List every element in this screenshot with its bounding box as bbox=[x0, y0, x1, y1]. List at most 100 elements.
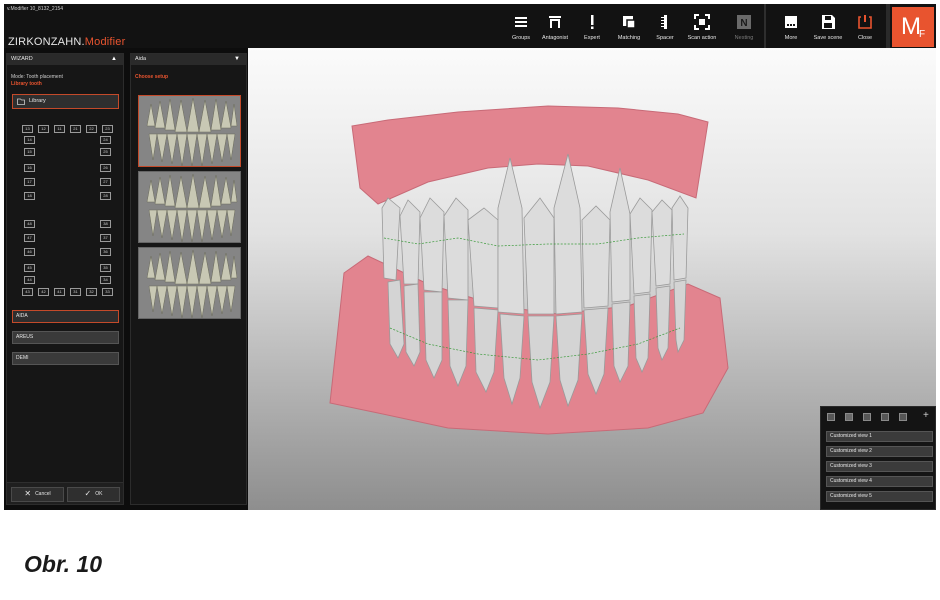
tooth-47[interactable]: 47 bbox=[24, 234, 35, 242]
window-title: v.Modifier 10_8132_2154 bbox=[7, 6, 64, 12]
more-button[interactable]: More bbox=[778, 4, 804, 48]
library-tooth-title: Library tooth bbox=[11, 81, 42, 87]
brand-name: ZIRKONZAHN. bbox=[8, 36, 85, 48]
tooth-45[interactable]: 45 bbox=[24, 264, 35, 272]
spacer-label: Spacer bbox=[656, 35, 674, 41]
scan-action-button[interactable]: Scan action bbox=[684, 4, 720, 48]
view-icon-5[interactable] bbox=[899, 413, 907, 421]
logo-letter: M bbox=[901, 13, 921, 40]
tooth-18[interactable]: 18 bbox=[24, 192, 35, 200]
tooth-11[interactable]: 11 bbox=[54, 125, 65, 133]
save-scene-button[interactable]: Save scene bbox=[810, 4, 846, 48]
tooth-22[interactable]: 22 bbox=[86, 125, 97, 133]
tooth-13[interactable]: 13 bbox=[22, 125, 33, 133]
tooth-41[interactable]: 41 bbox=[54, 288, 65, 296]
chevron-down-icon[interactable]: ▼ bbox=[234, 54, 240, 65]
setup-areus-button[interactable]: AREUS bbox=[12, 331, 119, 344]
cancel-button[interactable]: ✕ Cancel bbox=[11, 487, 64, 502]
toolbar-separator-2 bbox=[886, 4, 890, 48]
tooth-24[interactable]: 24 bbox=[100, 136, 111, 144]
tooth-43[interactable]: 43 bbox=[22, 288, 33, 296]
spacer-icon bbox=[661, 15, 667, 29]
setup-aida-button[interactable]: AIDA bbox=[12, 310, 119, 323]
matching-icon bbox=[623, 16, 636, 29]
logo-sub: F bbox=[919, 29, 926, 40]
tooth-21[interactable]: 21 bbox=[70, 125, 81, 133]
view-icon-4[interactable] bbox=[881, 413, 889, 421]
tooth-34[interactable]: 34 bbox=[100, 276, 111, 284]
groups-label: Groups bbox=[511, 35, 531, 41]
wizard-header[interactable]: WIZARD ▲ bbox=[7, 54, 123, 65]
customized-view-2[interactable]: Customized view 2 bbox=[826, 446, 933, 457]
customized-view-4[interactable]: Customized view 4 bbox=[826, 476, 933, 487]
application-window: v.Modifier 10_8132_2154 ZIRKONZAHN.Modif… bbox=[4, 4, 936, 510]
view-icon-2[interactable] bbox=[845, 413, 853, 421]
setup-thumbnail-3[interactable] bbox=[138, 247, 241, 319]
tooth-48[interactable]: 48 bbox=[24, 220, 35, 228]
wizard-footer: ✕ Cancel ✓ OK bbox=[7, 482, 123, 504]
modifier-logo: M F bbox=[892, 7, 934, 47]
close-label: Close bbox=[857, 35, 873, 41]
ok-label: OK bbox=[95, 491, 103, 497]
tooth-31[interactable]: 31 bbox=[70, 288, 81, 296]
tooth-44[interactable]: 44 bbox=[24, 276, 35, 284]
check-icon: ✓ bbox=[84, 488, 92, 498]
setup-dropdown-value: Aida bbox=[135, 56, 147, 62]
matching-label: Matching bbox=[617, 35, 641, 41]
tooth-35[interactable]: 35 bbox=[100, 264, 111, 272]
close-button[interactable]: Close bbox=[852, 4, 878, 48]
tooth-25[interactable]: 25 bbox=[100, 148, 111, 156]
antagonist-icon bbox=[549, 16, 561, 28]
spacer-button[interactable]: Spacer bbox=[650, 4, 680, 48]
brand-accent: Modifier bbox=[84, 36, 126, 48]
tooth-28[interactable]: 28 bbox=[100, 192, 111, 200]
tooth-42[interactable]: 42 bbox=[38, 288, 49, 296]
tooth-32[interactable]: 32 bbox=[86, 288, 97, 296]
teeth-thumbnail-image bbox=[139, 96, 240, 166]
tooth-16[interactable]: 16 bbox=[24, 164, 35, 172]
tooth-14[interactable]: 14 bbox=[24, 136, 35, 144]
antagonist-button[interactable]: Antagonist bbox=[538, 4, 572, 48]
add-view-icon[interactable]: + bbox=[923, 410, 929, 421]
tooth-15[interactable]: 15 bbox=[24, 148, 35, 156]
nesting-button[interactable]: N Nesting bbox=[726, 4, 762, 48]
caret-up-icon[interactable]: ▲ bbox=[111, 54, 117, 65]
tooth-17[interactable]: 17 bbox=[24, 178, 35, 186]
tooth-27[interactable]: 27 bbox=[100, 178, 111, 186]
top-toolbar: v.Modifier 10_8132_2154 ZIRKONZAHN.Modif… bbox=[4, 4, 936, 48]
setup-thumbnail-1[interactable] bbox=[138, 95, 241, 167]
customized-view-1[interactable]: Customized view 1 bbox=[826, 431, 933, 442]
tooth-38[interactable]: 38 bbox=[100, 220, 111, 228]
nesting-icon: N bbox=[737, 15, 751, 29]
setup-chooser-panel: Aida ▼ Choose setup bbox=[130, 53, 247, 505]
tooth-37[interactable]: 37 bbox=[100, 234, 111, 242]
ok-button[interactable]: ✓ OK bbox=[67, 487, 120, 502]
tooth-46[interactable]: 46 bbox=[24, 248, 35, 256]
wizard-panel: WIZARD ▲ Mode: Tooth placement Library to… bbox=[6, 53, 124, 505]
setup-thumbnail-2[interactable] bbox=[138, 171, 241, 243]
library-button[interactable]: Library bbox=[12, 94, 119, 109]
cancel-label: Cancel bbox=[35, 491, 51, 497]
antagonist-label: Antagonist bbox=[542, 35, 568, 41]
exclamation-icon bbox=[591, 15, 594, 29]
save-scene-label: Save scene bbox=[813, 35, 843, 41]
teeth-thumbnail-image bbox=[139, 248, 240, 318]
view-icon-3[interactable] bbox=[863, 413, 871, 421]
expert-button[interactable]: Expert bbox=[578, 4, 606, 48]
tooth-33[interactable]: 33 bbox=[102, 288, 113, 296]
groups-button[interactable]: Groups bbox=[506, 4, 536, 48]
customized-view-3[interactable]: Customized view 3 bbox=[826, 461, 933, 472]
library-button-label: Library bbox=[29, 98, 46, 104]
list-icon bbox=[515, 17, 527, 27]
tooth-12[interactable]: 12 bbox=[38, 125, 49, 133]
view-icon-1[interactable] bbox=[827, 413, 835, 421]
scan-action-icon bbox=[694, 14, 710, 30]
tooth-26[interactable]: 26 bbox=[100, 164, 111, 172]
setup-demi-button[interactable]: DEMI bbox=[12, 352, 119, 365]
scan-action-label: Scan action bbox=[687, 35, 717, 41]
setup-dropdown[interactable]: Aida ▼ bbox=[131, 54, 246, 65]
customized-view-5[interactable]: Customized view 5 bbox=[826, 491, 933, 502]
matching-button[interactable]: Matching bbox=[612, 4, 646, 48]
tooth-23[interactable]: 23 bbox=[102, 125, 113, 133]
tooth-36[interactable]: 36 bbox=[100, 248, 111, 256]
